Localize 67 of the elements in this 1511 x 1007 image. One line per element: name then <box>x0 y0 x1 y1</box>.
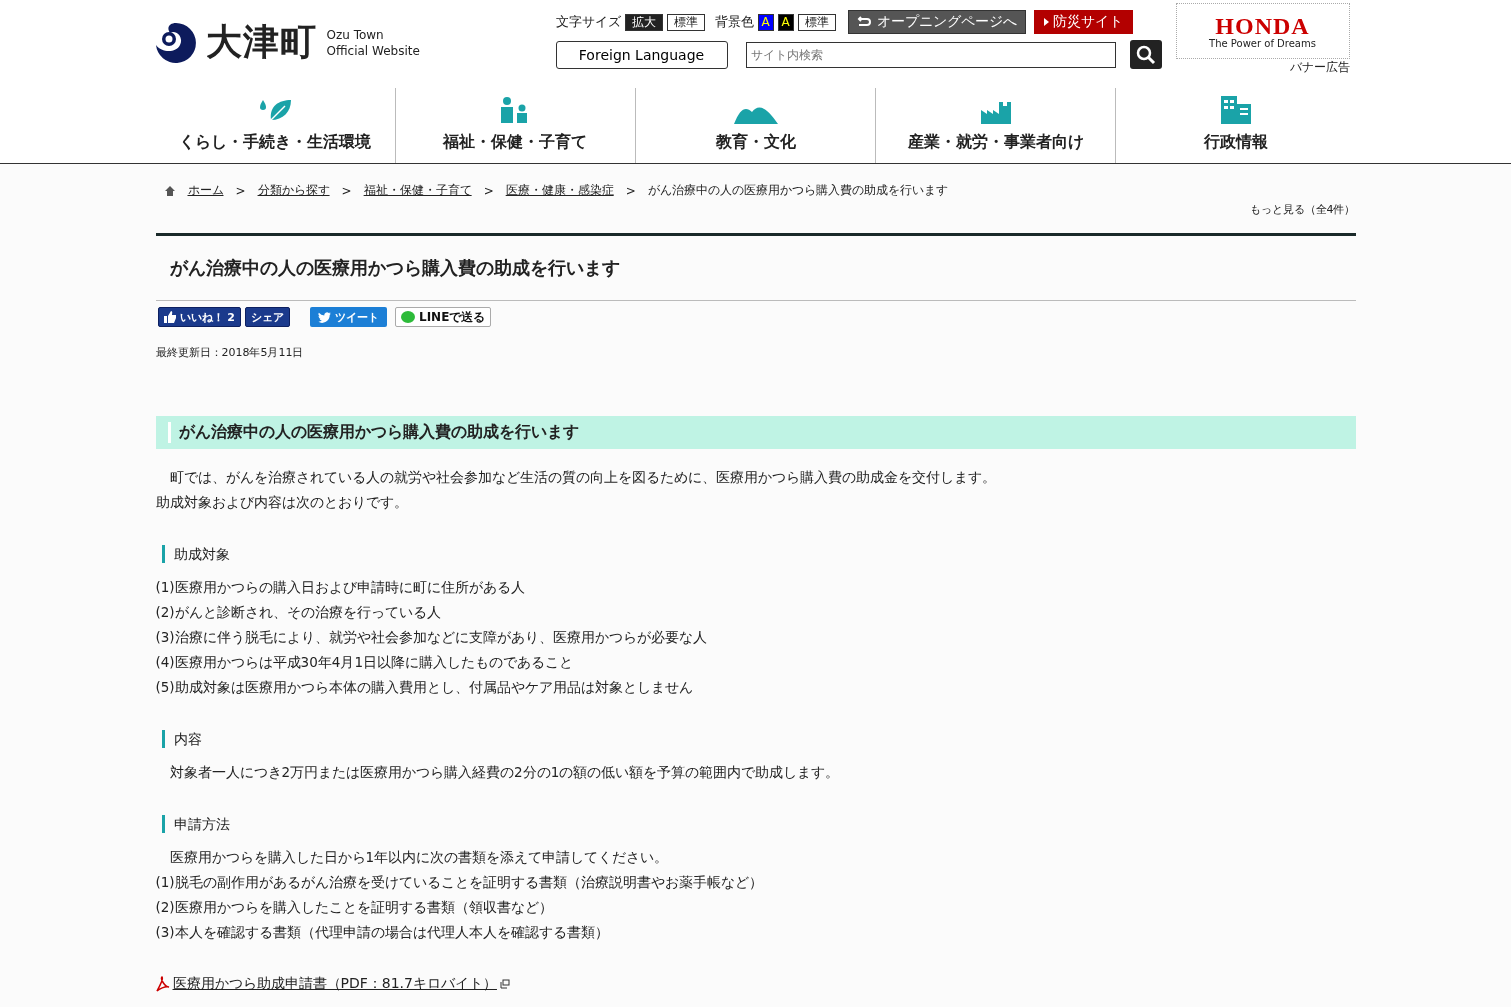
line-share-button[interactable]: LINEで送る <box>395 307 492 327</box>
return-arrow-icon <box>856 16 871 28</box>
paragraph: 助成対象および内容は次のとおりです。 <box>155 493 409 512</box>
paragraph: (1)脱毛の副作用があるがん治療を受けていることを証明する書類（治療説明書やお薬手帳など） <box>155 873 764 892</box>
breadcrumb-separator: > <box>235 183 246 198</box>
search-button[interactable] <box>1129 40 1162 69</box>
breadcrumb-link[interactable]: 分類から探す <box>257 182 330 199</box>
breadcrumb-separator: > <box>341 183 352 198</box>
subsection-heading: 申請方法 <box>161 815 1356 833</box>
text-size-button[interactable]: 拡大 <box>624 13 663 31</box>
paragraph: (3)治療に伴う脱毛により、就労や社会参加などに支障があり、医療用かつらが必要な人 <box>155 628 708 647</box>
thumbs-up-icon <box>163 311 176 323</box>
text-size-button[interactable]: 標準 <box>666 13 705 31</box>
breadcrumb-link[interactable]: 福祉・保健・子育て <box>363 182 472 199</box>
paragraph: 医療用かつらを購入した日から1年以内に次の書類を添えて申請してください。 <box>168 848 670 867</box>
breadcrumb-link[interactable]: ホーム <box>187 182 224 199</box>
banner-caption: バナー広告 <box>1289 59 1350 76</box>
nav-menu-item[interactable]: 教育・文化 <box>634 88 876 163</box>
breadcrumb-separator: > <box>625 183 636 198</box>
paragraph: (4)医療用かつらは平成30年4月1日以降に購入したものであること <box>155 653 574 672</box>
paragraph: (2)医療用かつらを購入したことを証明する書類（領収書など） <box>155 898 554 917</box>
breadcrumb-separator: > <box>483 183 494 198</box>
subsection-heading: 助成対象 <box>161 545 1356 563</box>
triangle-icon <box>1043 18 1049 26</box>
more-link[interactable]: もっと見る（全4件） <box>1249 202 1356 217</box>
factory-icon <box>980 102 1011 124</box>
town-emblem-icon <box>155 22 196 63</box>
tweet-button[interactable]: ツイート <box>310 307 387 327</box>
site-subtitle: Ozu Town <box>326 26 385 43</box>
paragraph: (1)医療用かつらの購入日および申請時に町に住所がある人 <box>155 578 526 597</box>
building-icon <box>1220 96 1251 124</box>
pdf-download-link[interactable]: 医療用かつら助成申請書（PDF：81.7キロバイト） <box>172 975 497 993</box>
nav-menu-item[interactable]: くらし・手続き・生活環境 <box>155 88 395 163</box>
ad-banner[interactable]: HONDA The Power of Dreams <box>1175 3 1350 59</box>
paragraph: 町では、がんを治療されている人の就労や社会参加など生活の質の向上を図るために、医療用かつら購入費の助成金を交付します。 <box>168 468 997 487</box>
share-button[interactable]: シェア <box>245 307 290 327</box>
nav-menu-item[interactable]: 福祉・保健・子育て <box>394 88 635 163</box>
color-swatch-button[interactable]: A <box>777 13 794 31</box>
paragraph: (5)助成対象は医療用かつら本体の購入費用とし、付属品やケア用品は対象としません <box>155 678 694 697</box>
foreign-language-button[interactable]: Foreign Language <box>555 40 728 69</box>
search-icon <box>1135 44 1156 65</box>
search-field[interactable]: サイト内検索 <box>745 41 1116 68</box>
breadcrumb-link[interactable]: 医療・健康・感染症 <box>505 182 614 199</box>
color-swatch-button[interactable]: A <box>757 13 774 31</box>
color-reset-button[interactable]: 標準 <box>797 13 836 31</box>
disaster-site-button[interactable]: 防災サイト <box>1033 10 1133 34</box>
paragraph: 対象者一人につき2万円または医療用かつら購入経費の2分の1の額の低い額を予算の範囲内で助成します。 <box>168 763 841 782</box>
like-button[interactable]: いいね！ 2 <box>157 307 241 327</box>
breadcrumb-current: がん治療中の人の医療用かつら購入費の助成を行います <box>647 182 948 199</box>
paragraph: (2)がんと診断され、その治療を行っている人 <box>155 603 442 622</box>
site-subtitle: Official Website <box>326 42 420 59</box>
opening-page-button[interactable]: オープニングページへ <box>847 10 1026 34</box>
external-window-icon <box>499 979 510 989</box>
nav-menu-item[interactable]: 行政情報 <box>1115 88 1356 163</box>
nav-menu-item[interactable]: 産業・就労・事業者向け <box>875 88 1116 163</box>
pdf-icon <box>155 976 170 992</box>
page-title: がん治療中の人の医療用かつら購入費の助成を行います <box>155 233 1356 301</box>
text-size-label: 文字サイズ <box>555 13 621 31</box>
subsection-heading: 内容 <box>161 730 1356 748</box>
section-heading: がん治療中の人の医療用かつら購入費の助成を行います <box>167 422 1344 443</box>
site-logo-title: 大津町 <box>205 20 317 64</box>
background-color-label: 背景色 <box>714 13 754 31</box>
last-updated-text: 最終更新日：2018年5月11日 <box>155 345 305 360</box>
paragraph: (3)本人を確認する書類（代理申請の場合は代理人本人を確認する書類） <box>155 923 610 942</box>
home-icon <box>163 184 176 197</box>
bird-icon <box>318 311 331 323</box>
chat-bubble-icon <box>401 310 415 324</box>
